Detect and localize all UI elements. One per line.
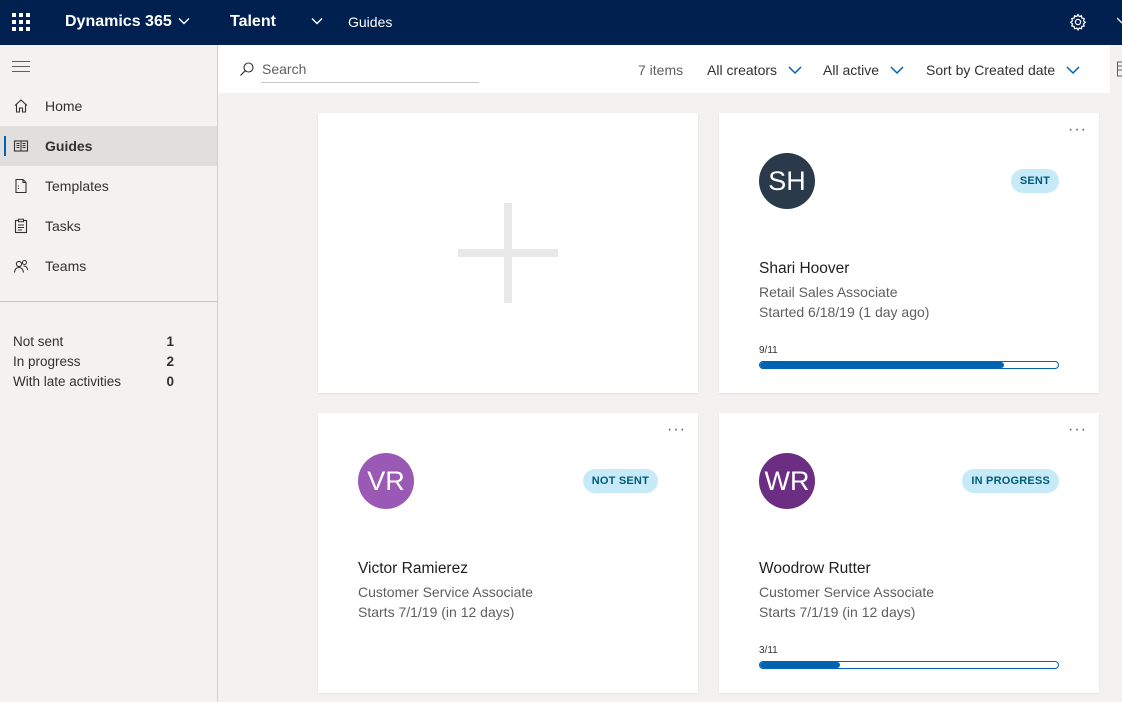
stat-label: Not sent: [13, 333, 64, 349]
guide-card-victor-ramierez[interactable]: ··· VR NOT SENT Victor Ramierez Customer…: [318, 413, 698, 693]
search-icon: [240, 62, 254, 76]
sidebar: Home Guides Templates Tasks Teams Not se…: [0, 45, 218, 702]
sidebar-divider: [0, 301, 217, 302]
sort-dropdown[interactable]: Sort by Created date: [926, 62, 1080, 78]
status-badge: IN PROGRESS: [962, 469, 1059, 493]
product-chevron-down-icon[interactable]: [178, 15, 190, 27]
top-bar: Dynamics 365 Talent Guides: [0, 0, 1122, 45]
product-title[interactable]: Dynamics 365: [65, 13, 172, 31]
sidebar-item-label: Teams: [45, 258, 87, 274]
progress-fill: [760, 362, 1005, 368]
more-options-icon[interactable]: ···: [1068, 422, 1087, 438]
tasks-icon: [14, 218, 28, 234]
settings-gear-icon[interactable]: [1069, 13, 1087, 31]
app-chevron-down-icon[interactable]: [311, 15, 323, 27]
more-options-icon[interactable]: ···: [1068, 122, 1087, 138]
stat-row-not-sent: Not sent 1: [13, 331, 174, 351]
avatar: WR: [759, 453, 815, 509]
avatar: VR: [358, 453, 414, 509]
stat-value: 2: [166, 353, 174, 369]
progress-label: 3/11: [759, 645, 778, 656]
items-count: 7 items: [638, 62, 684, 78]
view-toggle-icon[interactable]: [1117, 60, 1122, 78]
sidebar-item-teams[interactable]: Teams: [0, 246, 217, 286]
hamburger-menu-icon[interactable]: [12, 61, 30, 73]
employee-role: Customer Service Associate: [358, 584, 534, 600]
more-options-icon[interactable]: ···: [667, 422, 686, 438]
sidebar-item-guides[interactable]: Guides: [0, 126, 217, 166]
sidebar-item-label: Home: [45, 98, 83, 114]
add-guide-card[interactable]: [318, 113, 698, 393]
home-icon: [14, 99, 28, 113]
breadcrumb[interactable]: Guides: [348, 14, 392, 30]
employee-name: Woodrow Rutter: [759, 560, 871, 577]
dropdown-label: All active: [823, 62, 880, 78]
employee-name: Victor Ramierez: [358, 560, 468, 577]
dropdown-label: Sort by Created date: [926, 62, 1056, 78]
app-title[interactable]: Talent: [230, 13, 276, 31]
status-badge: SENT: [1010, 169, 1059, 193]
guide-stats: Not sent 1 In progress 2 With late activ…: [13, 331, 174, 391]
status-badge: NOT SENT: [582, 469, 658, 493]
guides-icon: [13, 140, 29, 152]
active-filter-dropdown[interactable]: All active: [823, 62, 904, 78]
chevron-down-icon: [788, 66, 802, 75]
stat-row-in-progress: In progress 2: [13, 351, 174, 371]
stat-value: 1: [166, 333, 174, 349]
templates-icon: [15, 178, 27, 194]
sidebar-item-tasks[interactable]: Tasks: [0, 206, 217, 246]
stat-row-late-activities: With late activities 0: [13, 371, 174, 391]
chevron-down-icon: [1066, 66, 1080, 75]
sidebar-item-label: Tasks: [45, 218, 81, 234]
sidebar-nav: Home Guides Templates Tasks Teams: [0, 86, 217, 286]
dropdown-label: All creators: [707, 62, 778, 78]
progress-fill: [760, 662, 841, 668]
progress-label: 9/11: [759, 345, 778, 356]
guide-card-shari-hoover[interactable]: ··· SH SENT Shari Hoover Retail Sales As…: [719, 113, 1099, 393]
guide-card-woodrow-rutter[interactable]: ··· WR IN PROGRESS Woodrow Rutter Custom…: [719, 413, 1099, 693]
command-bar: 7 items All creators All active Sort by …: [218, 45, 1110, 93]
teams-icon: [13, 260, 29, 273]
stat-label: With late activities: [13, 373, 122, 389]
employee-role: Customer Service Associate: [759, 584, 935, 600]
start-date: Starts 7/1/19 (in 12 days): [358, 604, 515, 620]
creators-filter-dropdown[interactable]: All creators: [707, 62, 802, 78]
sidebar-item-templates[interactable]: Templates: [0, 166, 217, 206]
sidebar-item-label: Guides: [45, 138, 93, 154]
employee-name: Shari Hoover: [759, 260, 850, 277]
avatar: SH: [759, 153, 815, 209]
progress-bar: [759, 661, 1059, 669]
sidebar-item-home[interactable]: Home: [0, 86, 217, 126]
stat-value: 0: [166, 373, 174, 389]
chevron-down-icon: [890, 66, 904, 75]
employee-role: Retail Sales Associate: [759, 284, 898, 300]
progress-bar: [759, 361, 1059, 369]
start-date: Starts 7/1/19 (in 12 days): [759, 604, 916, 620]
stat-label: In progress: [13, 353, 81, 369]
sidebar-item-label: Templates: [45, 178, 109, 194]
search-input[interactable]: [261, 59, 479, 83]
start-date: Started 6/18/19 (1 day ago): [759, 304, 930, 320]
app-launcher-icon[interactable]: [12, 13, 30, 31]
help-chevron-icon[interactable]: [1117, 14, 1122, 28]
